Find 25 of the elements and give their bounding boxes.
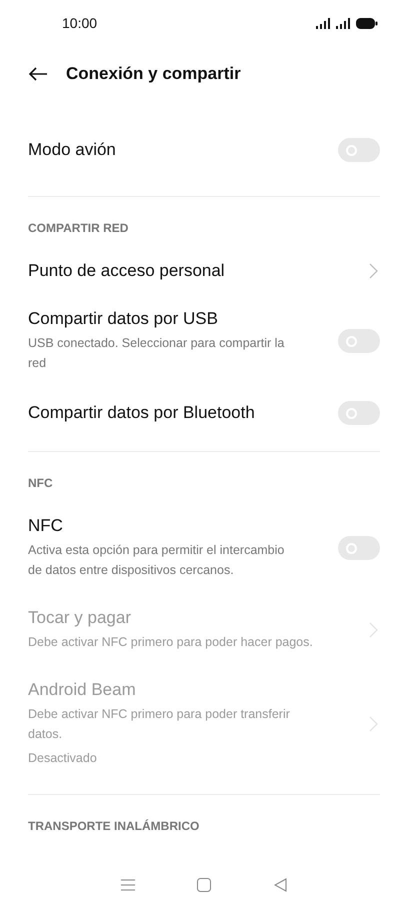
signal-icon <box>336 18 352 28</box>
setting-title[interactable]: Compartir datos por USB <box>28 309 294 329</box>
signal-icon <box>316 18 332 28</box>
back-icon[interactable] <box>274 878 287 892</box>
chevron-right-icon[interactable] <box>369 716 378 732</box>
setting-status: Desactivado <box>28 750 98 767</box>
setting-summary: Debe activar NFC primero para poder transferir datos. <box>28 706 291 743</box>
status-time: 10:00 <box>62 15 98 31</box>
setting-title[interactable]: Modo avión <box>28 140 294 160</box>
battery-icon <box>356 18 378 28</box>
chevron-right-icon[interactable] <box>369 622 378 638</box>
section-heading: TRANSPORTE INALÁMBRICO <box>28 818 200 835</box>
home-icon[interactable] <box>197 878 212 892</box>
setting-summary: USB conectado. Seleccionar para compartir la red <box>28 335 286 372</box>
setting-summary: Activa esta opción para permitir el intercambio de datos entre dispositivos cercanos. <box>28 542 286 579</box>
section-heading: NFC <box>28 475 54 492</box>
back-arrow-icon[interactable] <box>28 67 48 81</box>
setting-title[interactable]: Compartir datos por Bluetooth <box>28 403 294 423</box>
section-heading: COMPARTIR RED <box>28 220 130 237</box>
page-title: Conexión y compartir <box>66 64 241 84</box>
menu-icon[interactable] <box>121 879 136 891</box>
setting-summary: Debe activar NFC primero para poder hacer pagos. <box>28 634 314 651</box>
setting-title[interactable]: Punto de acceso personal <box>28 261 325 281</box>
setting-title[interactable]: NFC <box>28 516 294 536</box>
chevron-right-icon[interactable] <box>369 263 378 279</box>
